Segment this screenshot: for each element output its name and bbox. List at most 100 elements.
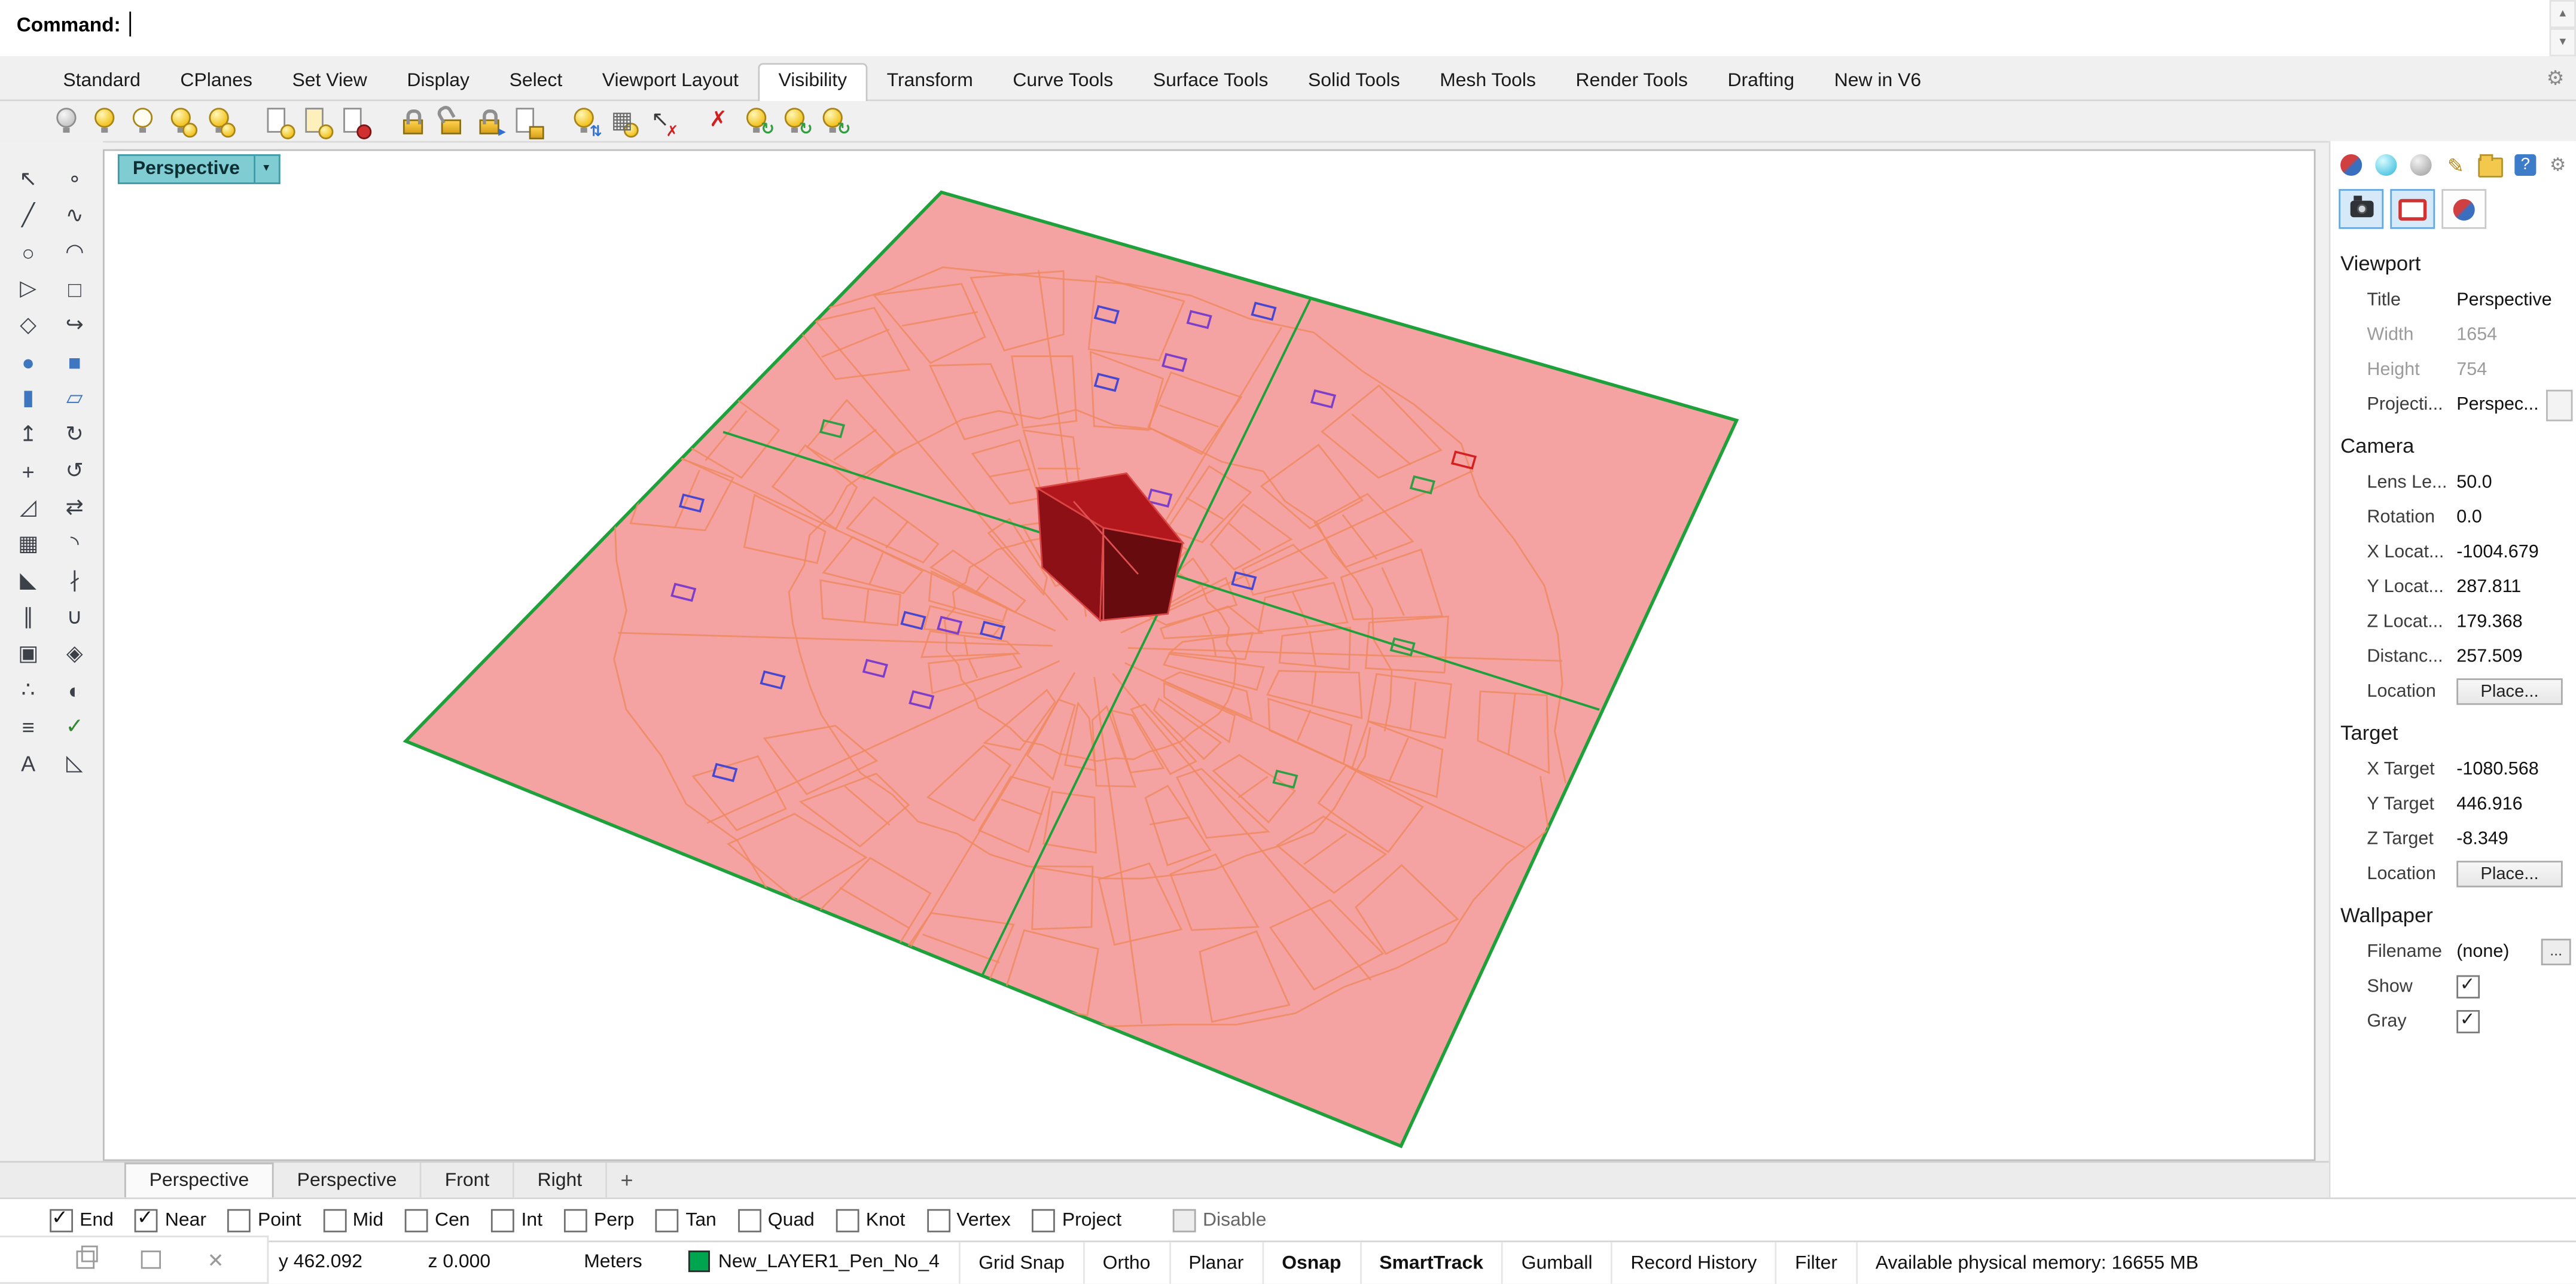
tab-render-tools[interactable]: Render Tools	[1556, 63, 1708, 99]
row-y-location[interactable]: Y Locat... 287.811	[2330, 569, 2575, 603]
panel-gear-icon[interactable]: ⚙	[2550, 154, 2566, 176]
maximize-window-icon[interactable]	[141, 1251, 161, 1269]
show-hide-swap-layer-icon[interactable]: ↻	[816, 105, 849, 138]
hide-objects-icon[interactable]	[88, 105, 121, 138]
osnap-tan[interactable]: Tan	[656, 1208, 716, 1231]
extrude-icon[interactable]: ↥	[7, 418, 50, 451]
pane-planar[interactable]: Planar	[1169, 1242, 1262, 1284]
split-icon[interactable]: ∥	[7, 600, 50, 633]
command-history-scrollbar[interactable]: ▲ ▼	[2550, 0, 2576, 56]
chamfer-icon[interactable]: ◣	[7, 564, 50, 597]
tab-cplanes[interactable]: CPlanes	[160, 63, 272, 99]
osnap-disable[interactable]: Disable	[1173, 1208, 1266, 1231]
checkbox-icon[interactable]	[135, 1208, 158, 1231]
checkbox-icon[interactable]	[405, 1208, 428, 1231]
pane-osnap[interactable]: Osnap	[1262, 1242, 1359, 1284]
tab-visibility[interactable]: Visibility	[758, 63, 867, 101]
show-edges-icon[interactable]: ▦	[605, 105, 638, 138]
isolate-objects-icon[interactable]	[164, 105, 197, 138]
cylinder-icon[interactable]: ▮	[7, 382, 50, 414]
polygon-icon[interactable]: ▷	[7, 272, 50, 305]
viewport-tab-perspective-2[interactable]: Perspective	[274, 1163, 422, 1197]
wallpaper-properties-button[interactable]	[2390, 189, 2435, 229]
tab-curve-tools[interactable]: Curve Tools	[993, 63, 1133, 99]
show-selected-icon[interactable]	[126, 105, 159, 138]
points-on-icon[interactable]: ∴	[7, 673, 50, 706]
viewport-title-dropdown-icon[interactable]: ▼	[255, 154, 280, 184]
checkbox-icon[interactable]	[323, 1208, 346, 1231]
text-icon[interactable]: A	[7, 746, 50, 779]
visibility-icon[interactable]: ◐	[53, 673, 96, 706]
tab-select[interactable]: Select	[489, 63, 582, 99]
display-ball-button[interactable]	[2441, 189, 2486, 229]
row-title[interactable]: Title Perspective	[2330, 282, 2575, 316]
row-filename[interactable]: Filename (none) ...	[2330, 934, 2575, 968]
camera-properties-button[interactable]	[2339, 189, 2383, 229]
row-gray[interactable]: Gray	[2330, 1004, 2575, 1038]
rotate-icon[interactable]: ↺	[53, 455, 96, 487]
row-x-location[interactable]: X Locat... -1004.679	[2330, 534, 2575, 569]
row-x-target[interactable]: X Target -1080.568	[2330, 751, 2575, 786]
osnap-vertex[interactable]: Vertex	[926, 1208, 1010, 1231]
pane-filter[interactable]: Filter	[1775, 1242, 1856, 1284]
command-bar[interactable]: Command: ▲ ▼	[0, 0, 2576, 58]
sphere-icon[interactable]: ●	[7, 345, 50, 378]
pane-gumball[interactable]: Gumball	[1502, 1242, 1611, 1284]
checkbox-icon[interactable]	[50, 1208, 73, 1231]
block-icon[interactable]: ◈	[53, 637, 96, 670]
rectangle-icon[interactable]: □	[53, 272, 96, 305]
row-camera-location[interactable]: Location Place...	[2330, 673, 2575, 708]
pane-grid-snap[interactable]: Grid Snap	[959, 1242, 1083, 1284]
gear-icon[interactable]: ⚙	[2547, 66, 2565, 90]
row-height[interactable]: Height 754	[2330, 352, 2575, 386]
help-tab-icon[interactable]: ?	[2513, 153, 2538, 178]
row-projection[interactable]: Projecti... Perspec...	[2330, 386, 2575, 421]
pane-memory[interactable]: Available physical memory: 16655 MB	[1855, 1242, 2217, 1284]
units-pane[interactable]: Meters	[584, 1252, 642, 1272]
row-show[interactable]: Show	[2330, 969, 2575, 1004]
row-lens-length[interactable]: Lens Le... 50.0	[2330, 465, 2575, 499]
tab-solid-tools[interactable]: Solid Tools	[1288, 63, 1420, 99]
circle-icon[interactable]: ○	[7, 236, 50, 269]
tab-new-in-v6[interactable]: New in V6	[1814, 63, 1941, 99]
tab-mesh-tools[interactable]: Mesh Tools	[1420, 63, 1556, 99]
show-objects-icon[interactable]	[50, 105, 83, 138]
perspective-viewport[interactable]: Perspective ▼	[103, 150, 2316, 1161]
checkbox-icon[interactable]	[1173, 1208, 1196, 1231]
group-icon[interactable]: ▣	[7, 637, 50, 670]
checkbox-icon[interactable]	[836, 1208, 859, 1231]
viewport-title[interactable]: Perspective	[118, 154, 255, 184]
hide-by-layer-icon[interactable]	[298, 105, 331, 138]
scale-icon[interactable]: ◿	[7, 491, 50, 524]
tab-set-view[interactable]: Set View	[272, 63, 387, 99]
materials-tab-icon[interactable]	[2374, 153, 2399, 178]
move-icon[interactable]: +	[7, 455, 50, 487]
curve-icon[interactable]: ∿	[53, 199, 96, 232]
box-icon[interactable]: ■	[53, 345, 96, 378]
checkbox-icon[interactable]	[738, 1208, 761, 1231]
revolve-icon[interactable]: ↻	[53, 418, 96, 451]
row-width[interactable]: Width 1654	[2330, 317, 2575, 352]
add-viewport-tab-icon[interactable]: +	[607, 1163, 647, 1197]
checkbox-icon[interactable]	[228, 1208, 251, 1231]
layers-icon[interactable]: ≡	[7, 710, 50, 743]
row-target-location[interactable]: Location Place...	[2330, 856, 2575, 890]
checkbox-icon[interactable]	[2456, 974, 2480, 998]
osnap-near[interactable]: Near	[135, 1208, 206, 1231]
tab-surface-tools[interactable]: Surface Tools	[1133, 63, 1288, 99]
row-distance[interactable]: Distanc... 257.509	[2330, 639, 2575, 673]
tab-viewport-layout[interactable]: Viewport Layout	[583, 63, 759, 99]
show-hide-swap-detail-icon[interactable]: ↻	[778, 105, 811, 138]
erase-icon[interactable]: ◺	[53, 746, 96, 779]
checkbox-icon[interactable]	[492, 1208, 515, 1231]
trim-icon[interactable]: ∤	[53, 564, 96, 597]
row-y-target[interactable]: Y Target 446.916	[2330, 786, 2575, 821]
swap-hidden-by-layer-icon[interactable]	[337, 105, 370, 138]
mirror-icon[interactable]: ⇄	[53, 491, 96, 524]
ellipse-icon[interactable]: ◇	[7, 309, 50, 341]
osnap-int[interactable]: Int	[492, 1208, 542, 1231]
row-z-target[interactable]: Z Target -8.349	[2330, 821, 2575, 856]
tab-standard[interactable]: Standard	[43, 63, 160, 99]
viewport-tab-front[interactable]: Front	[422, 1163, 514, 1197]
clear-hidden-icon[interactable]: ✗	[702, 105, 734, 138]
